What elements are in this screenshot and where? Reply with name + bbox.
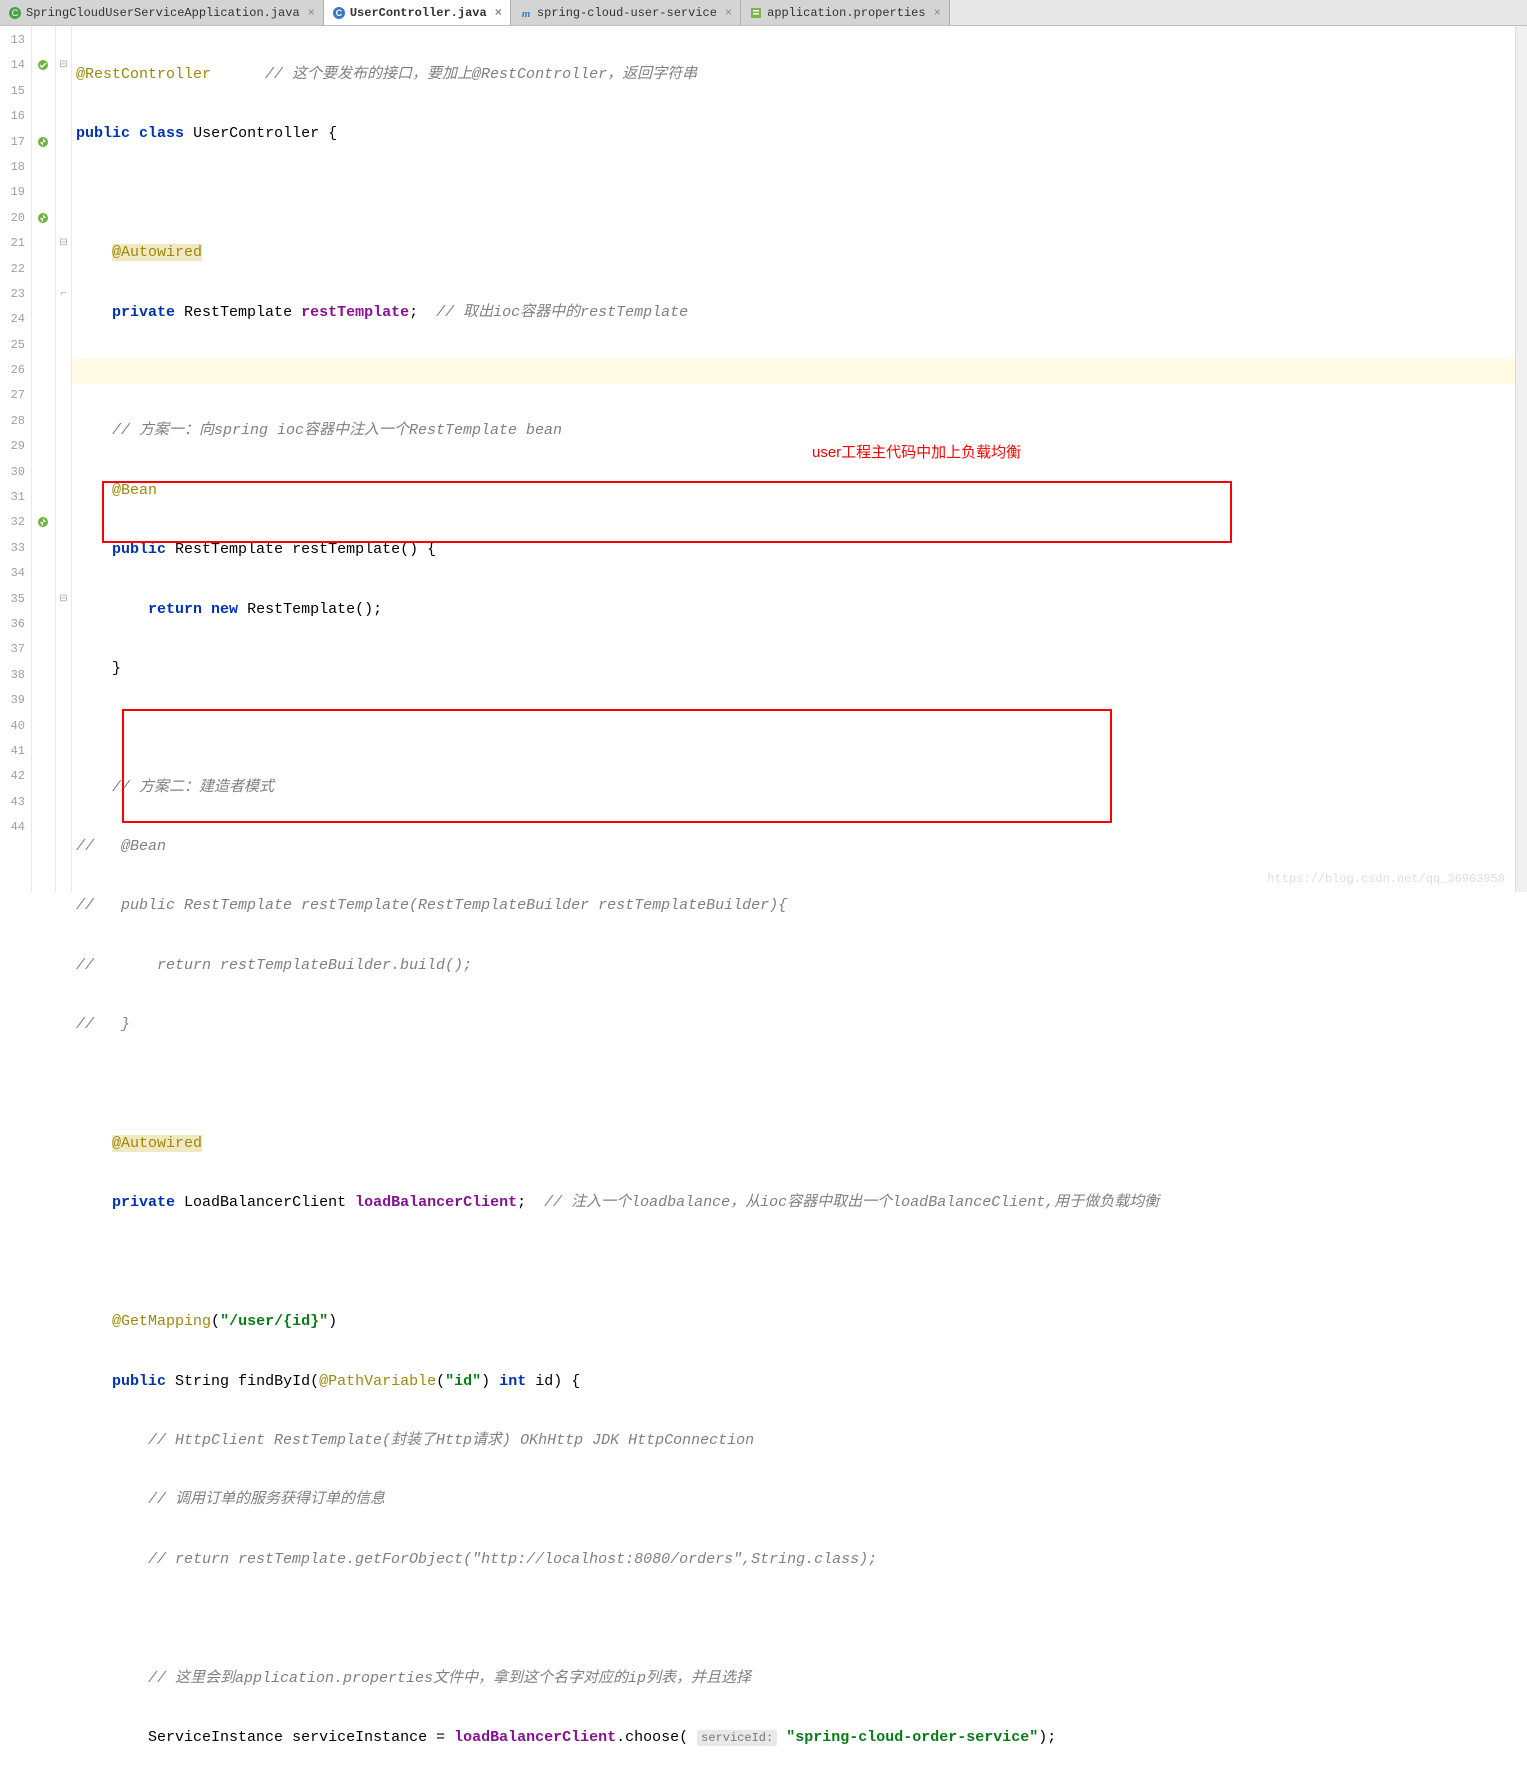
marks-gutter <box>32 26 56 892</box>
bean-nav-icon <box>32 518 50 534</box>
line-number: 27 <box>0 383 31 408</box>
fold-gutter: ⊟ ⊟ ⌐ ⊟ <box>56 26 72 892</box>
tab-label: application.properties <box>767 6 925 20</box>
line-number: 28 <box>0 409 31 434</box>
line-number: 22 <box>0 257 31 282</box>
close-icon[interactable]: × <box>308 6 315 20</box>
code-editor[interactable]: @RestController // 这个要发布的接口，要加上@RestCont… <box>72 26 1515 892</box>
tab-label: UserController.java <box>350 6 487 20</box>
bean-nav-icon <box>32 138 50 154</box>
line-number: 44 <box>0 815 31 840</box>
line-number: 33 <box>0 536 31 561</box>
line-number: 15 <box>0 79 31 104</box>
tab-usercontroller[interactable]: C UserController.java × <box>324 0 511 25</box>
line-number: 19 <box>0 180 31 205</box>
bean-icon <box>32 61 50 77</box>
line-number: 36 <box>0 612 31 637</box>
line-number: 42 <box>0 764 31 789</box>
line-number: 30 <box>0 460 31 485</box>
line-number: 13 <box>0 28 31 53</box>
line-number: 32 <box>0 510 31 535</box>
line-number: 39 <box>0 688 31 713</box>
line-number: 18 <box>0 155 31 180</box>
line-number: 25 <box>0 333 31 358</box>
line-number: 31 <box>0 485 31 510</box>
line-number: 37 <box>0 637 31 662</box>
line-number-gutter: 13 14 15 16 17 18 19 20 21 22 23 24 25 2… <box>0 26 32 892</box>
maven-icon: m <box>519 6 533 20</box>
line-number: 23 <box>0 282 31 307</box>
line-number: 21 <box>0 231 31 256</box>
svg-text:C: C <box>12 8 19 18</box>
fold-minus-icon[interactable]: ⊟ <box>56 587 71 612</box>
tab-properties[interactable]: application.properties × <box>741 0 950 25</box>
svg-text:m: m <box>522 8 531 20</box>
class-icon: C <box>8 6 22 20</box>
line-number: 29 <box>0 434 31 459</box>
watermark: https://blog.csdn.net/qq_36963950 <box>1267 872 1505 886</box>
class-icon: C <box>332 6 346 20</box>
fold-minus-icon[interactable]: ⊟ <box>56 53 71 78</box>
line-number: 24 <box>0 307 31 332</box>
bean-nav-icon <box>32 214 50 230</box>
tab-springcloud[interactable]: C SpringCloudUserServiceApplication.java… <box>0 0 324 25</box>
fold-end-icon[interactable]: ⌐ <box>56 282 71 307</box>
close-icon[interactable]: × <box>495 6 502 20</box>
line-number: 16 <box>0 104 31 129</box>
tab-label: SpringCloudUserServiceApplication.java <box>26 6 300 20</box>
line-number: 43 <box>0 790 31 815</box>
line-number: 26 <box>0 358 31 383</box>
line-number: 35 <box>0 587 31 612</box>
line-number: 38 <box>0 663 31 688</box>
props-icon <box>749 6 763 20</box>
line-number: 40 <box>0 714 31 739</box>
line-number: 17 <box>0 130 31 155</box>
fold-minus-icon[interactable]: ⊟ <box>56 231 71 256</box>
close-icon[interactable]: × <box>725 6 732 20</box>
line-number: 34 <box>0 561 31 586</box>
editor-scrollbar[interactable] <box>1515 26 1527 892</box>
annotation-text: user工程主代码中加上负载均衡 <box>812 441 1021 462</box>
editor-area: 13 14 15 16 17 18 19 20 21 22 23 24 25 2… <box>0 26 1527 892</box>
tab-label: spring-cloud-user-service <box>537 6 717 20</box>
tab-maven[interactable]: m spring-cloud-user-service × <box>511 0 741 25</box>
line-number: 41 <box>0 739 31 764</box>
line-number: 14 <box>0 53 31 78</box>
line-number: 20 <box>0 206 31 231</box>
close-icon[interactable]: × <box>934 6 941 20</box>
svg-text:C: C <box>336 8 343 18</box>
editor-tabs: C SpringCloudUserServiceApplication.java… <box>0 0 1527 26</box>
